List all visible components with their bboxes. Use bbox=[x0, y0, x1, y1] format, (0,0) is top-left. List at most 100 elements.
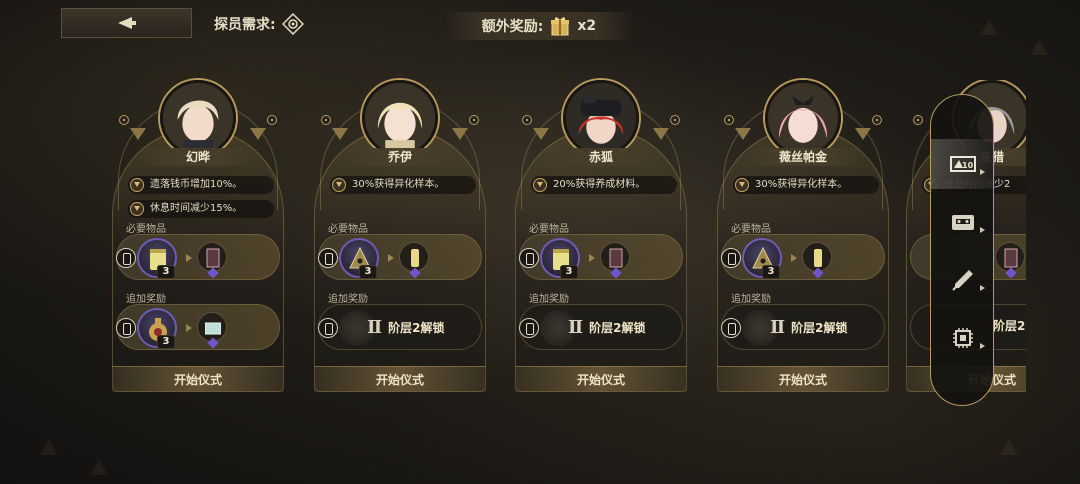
effect-icon bbox=[130, 202, 144, 216]
orb-ornament bbox=[522, 115, 532, 125]
side-tab-tools[interactable] bbox=[931, 255, 995, 305]
required-label: 必要物品 bbox=[731, 224, 771, 235]
output-item[interactable] bbox=[197, 312, 227, 349]
agent-card[interactable]: 幻晔 遗落钱币增加10%。 休息时间减少15%。 必要物品 3 追加奖励 3 开… bbox=[112, 80, 284, 392]
portrait-image bbox=[365, 83, 435, 153]
bonus-items-row-locked: Ⅱ 阶层2解锁 bbox=[318, 304, 482, 350]
effect-text: 30%获得异化样本。 bbox=[352, 179, 445, 190]
effect-icon bbox=[130, 178, 144, 192]
effect-line: 30%获得异化样本。 bbox=[330, 176, 476, 194]
bg-triangle bbox=[980, 20, 998, 35]
vial-icon bbox=[814, 249, 822, 267]
needle-icon bbox=[952, 270, 973, 291]
card-item-icon bbox=[1004, 248, 1018, 268]
start-ritual-button[interactable]: 开始仪式 bbox=[112, 366, 284, 392]
start-ritual-button[interactable]: 开始仪式 bbox=[314, 366, 486, 392]
agent-portrait[interactable] bbox=[362, 80, 438, 156]
rarity-gem-icon bbox=[207, 337, 219, 349]
unlock-text: 阶层2解锁 bbox=[388, 321, 445, 335]
item-quantity: 3 bbox=[359, 265, 377, 279]
effect-icon bbox=[332, 178, 346, 192]
orb-ornament bbox=[670, 115, 680, 125]
rarity-gem-icon bbox=[610, 267, 622, 279]
ticket-badge-text: 10 bbox=[962, 161, 974, 170]
orb-ornament bbox=[267, 115, 277, 125]
unlock-text: 阶层2解锁 bbox=[589, 321, 646, 335]
agent-portrait[interactable] bbox=[563, 80, 639, 156]
effect-text: 休息时间减少15%。 bbox=[150, 203, 243, 214]
bonus-items-row-locked: Ⅱ 阶层2解锁 bbox=[721, 304, 885, 350]
portrait-image bbox=[163, 83, 233, 153]
agent-name: 幻晔 bbox=[138, 148, 258, 166]
chip-icon bbox=[953, 328, 973, 348]
bg-triangle bbox=[1030, 40, 1048, 55]
shield-icon bbox=[721, 248, 741, 268]
output-item[interactable] bbox=[995, 242, 1025, 279]
crosshair-icon[interactable] bbox=[281, 13, 304, 35]
tier-2-icon: Ⅱ bbox=[568, 317, 584, 338]
output-item[interactable] bbox=[600, 242, 630, 279]
ticket-item-icon bbox=[205, 322, 221, 335]
required-label: 必要物品 bbox=[328, 224, 368, 235]
output-item[interactable] bbox=[802, 242, 832, 279]
item-quantity: 3 bbox=[157, 335, 175, 349]
tier-lock: Ⅱ 阶层2解锁 bbox=[568, 317, 646, 338]
expand-arrow-icon bbox=[980, 343, 985, 349]
card-item-icon bbox=[609, 248, 623, 268]
bg-triangle bbox=[40, 440, 58, 455]
output-item[interactable] bbox=[197, 242, 227, 279]
gift-icon bbox=[551, 17, 570, 36]
item-quantity: 3 bbox=[560, 265, 578, 279]
side-tab-tickets[interactable]: 10 bbox=[931, 139, 995, 189]
arrow-icon bbox=[186, 254, 192, 262]
ticket-icon: 10 bbox=[950, 156, 976, 172]
bg-triangle bbox=[90, 460, 108, 475]
expand-arrow-icon bbox=[980, 227, 985, 233]
orb-ornament bbox=[872, 115, 882, 125]
agent-name: 薇丝帕金 bbox=[743, 148, 863, 166]
bonus-items-row-locked: Ⅱ 阶层2解锁 bbox=[519, 304, 683, 350]
effect-text: 30%获得异化样本。 bbox=[755, 179, 848, 190]
start-ritual-button[interactable]: 开始仪式 bbox=[717, 366, 889, 392]
shield-icon bbox=[318, 248, 338, 268]
bonus-items-row[interactable]: 3 bbox=[116, 304, 280, 350]
output-item[interactable] bbox=[399, 242, 429, 279]
triangle-ornament bbox=[735, 128, 751, 140]
requirement-label: 探员需求: bbox=[214, 17, 276, 33]
agent-card[interactable]: 赤狐 20%获得养成材料。 必要物品 3 追加奖励 Ⅱ 阶层2解锁 开始仪式 bbox=[515, 80, 687, 392]
required-items-row[interactable]: 3 bbox=[721, 234, 885, 280]
back-button[interactable] bbox=[61, 8, 192, 38]
agent-name: 乔伊 bbox=[340, 148, 460, 166]
agent-name: 赤狐 bbox=[541, 148, 661, 166]
side-tab-cassettes[interactable] bbox=[931, 197, 995, 247]
agent-portrait[interactable] bbox=[765, 80, 841, 156]
triangle-ornament bbox=[855, 128, 871, 140]
rarity-gem-icon bbox=[812, 267, 824, 279]
reward-label: 额外奖励: bbox=[481, 19, 544, 35]
agent-card[interactable]: 乔伊 30%获得异化样本。 必要物品 3 追加奖励 Ⅱ 阶层2解锁 开始仪式 bbox=[314, 80, 486, 392]
tier-lock: 阶层2 bbox=[993, 317, 1025, 334]
tier-2-icon: Ⅱ bbox=[367, 317, 383, 338]
orb-ornament bbox=[119, 115, 129, 125]
required-items-row[interactable]: 3 bbox=[519, 234, 683, 280]
item-filter-panel: 10 bbox=[930, 94, 995, 406]
agent-portrait[interactable] bbox=[160, 80, 236, 156]
required-items-row[interactable]: 3 bbox=[318, 234, 482, 280]
bottle-icon bbox=[318, 318, 338, 338]
unlock-text: 阶层2 bbox=[993, 319, 1026, 333]
side-tab-chips[interactable] bbox=[931, 313, 995, 363]
triangle-ornament bbox=[653, 128, 669, 140]
expand-arrow-icon bbox=[980, 285, 985, 291]
agent-card[interactable]: 薇丝帕金 30%获得异化样本。 必要物品 3 追加奖励 Ⅱ 阶层2解锁 开始仪式 bbox=[717, 80, 889, 392]
arrow-icon bbox=[791, 254, 797, 262]
card-item-icon bbox=[206, 248, 220, 268]
start-ritual-button[interactable]: 开始仪式 bbox=[515, 366, 687, 392]
effect-line: 20%获得养成材料。 bbox=[531, 176, 677, 194]
arrow-icon bbox=[589, 254, 595, 262]
orb-ornament bbox=[724, 115, 734, 125]
effect-text: 遗落钱币增加10%。 bbox=[150, 179, 243, 190]
effect-line: 遗落钱币增加10%。 bbox=[128, 176, 274, 194]
back-arrow-icon bbox=[117, 17, 136, 29]
required-items-row[interactable]: 3 bbox=[116, 234, 280, 280]
arrow-icon bbox=[388, 254, 394, 262]
